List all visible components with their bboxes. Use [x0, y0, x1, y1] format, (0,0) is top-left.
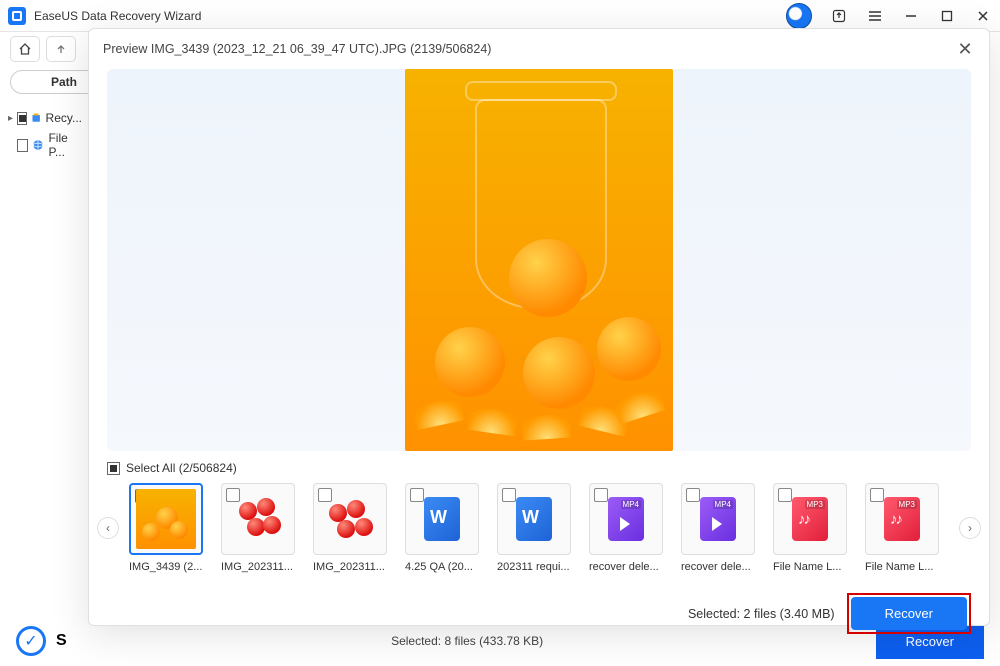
sidebar-item-label: File P... [48, 131, 82, 159]
mp3-file-icon [792, 497, 828, 541]
status-letter: S [56, 632, 67, 650]
app-icon [8, 7, 26, 25]
thumb-checkbox[interactable] [778, 488, 792, 502]
thumb-label: IMG_202311... [313, 561, 387, 573]
thumb-label: recover dele... [589, 561, 663, 573]
thumb-cell[interactable]: IMG_202311... [313, 483, 387, 573]
thumb-checkbox[interactable] [870, 488, 884, 502]
mp3-file-icon [884, 497, 920, 541]
select-all-row[interactable]: Select All (2/506824) [89, 459, 989, 479]
sidebar-item-recycle[interactable]: ▸ Recy... [0, 108, 90, 128]
thumb-cell[interactable]: 4.25 QA (20... [405, 483, 479, 573]
chevron-right-icon: ▸ [8, 113, 13, 124]
thumb-label: File Name L... [865, 561, 939, 573]
home-button[interactable] [10, 36, 40, 62]
maximize-button[interactable] [938, 7, 956, 25]
word-file-icon [516, 497, 552, 541]
thumb-cell[interactable]: recover dele... [681, 483, 755, 573]
minimize-button[interactable] [902, 7, 920, 25]
preview-modal: Preview IMG_3439 (2023_12_21 06_39_47 UT… [88, 28, 990, 626]
app-title: EaseUS Data Recovery Wizard [34, 9, 786, 23]
thumb-label: recover dele... [681, 561, 755, 573]
thumb-label: 4.25 QA (20... [405, 561, 479, 573]
strip-next-button[interactable]: › [959, 517, 981, 539]
thumb-label: IMG_3439 (2... [129, 561, 203, 573]
recover-highlight-box: Recover [847, 593, 971, 634]
modal-title: Preview IMG_3439 (2023_12_21 06_39_47 UT… [103, 42, 955, 56]
thumb-cell[interactable]: ✓ IMG_3439 (2... [129, 483, 203, 573]
upload-icon[interactable] [830, 7, 848, 25]
preview-area [107, 69, 971, 451]
thumb-label: File Name L... [773, 561, 847, 573]
thumb-cell[interactable]: 202311 requi... [497, 483, 571, 573]
thumb-checkbox[interactable] [410, 488, 424, 502]
up-button[interactable] [46, 36, 76, 62]
sidebar-item-label: Recy... [46, 111, 82, 125]
recycle-bin-icon [31, 111, 41, 125]
preview-image [405, 69, 673, 451]
checkbox-icon[interactable] [17, 139, 28, 152]
menu-icon[interactable] [866, 7, 884, 25]
thumb-cell[interactable]: recover dele... [589, 483, 663, 573]
thumb-checkbox[interactable] [686, 488, 700, 502]
sidebar-item-filep[interactable]: ▸ File P... [0, 128, 90, 162]
globe-icon [32, 138, 44, 152]
progress-check-icon[interactable]: ✓ [16, 626, 46, 656]
close-modal-button[interactable]: ✕ [955, 39, 975, 59]
sidebar: ▸ Recy... ▸ File P... [0, 108, 90, 162]
word-file-icon [424, 497, 460, 541]
selected-summary: Selected: 2 files (3.40 MB) [688, 607, 835, 621]
thumb-checkbox[interactable] [594, 488, 608, 502]
thumbnail-strip: ✓ IMG_3439 (2... IMG_202311... [125, 483, 953, 573]
recover-button[interactable]: Recover [851, 597, 967, 630]
thumb-label: 202311 requi... [497, 561, 571, 573]
select-all-label: Select All (2/506824) [126, 461, 237, 475]
thumb-cell[interactable]: File Name L... [865, 483, 939, 573]
checkbox-indeterminate-icon[interactable] [17, 112, 27, 125]
thumb-cell[interactable]: IMG_202311... [221, 483, 295, 573]
strip-prev-button[interactable]: ‹ [97, 517, 119, 539]
thumb-label: IMG_202311... [221, 561, 295, 573]
select-all-checkbox[interactable] [107, 462, 120, 475]
close-window-button[interactable] [974, 7, 992, 25]
account-avatar-icon[interactable] [786, 3, 812, 29]
thumb-checkbox[interactable] [502, 488, 516, 502]
thumb-cell[interactable]: File Name L... [773, 483, 847, 573]
mp4-file-icon [608, 497, 644, 541]
mp4-file-icon [700, 497, 736, 541]
